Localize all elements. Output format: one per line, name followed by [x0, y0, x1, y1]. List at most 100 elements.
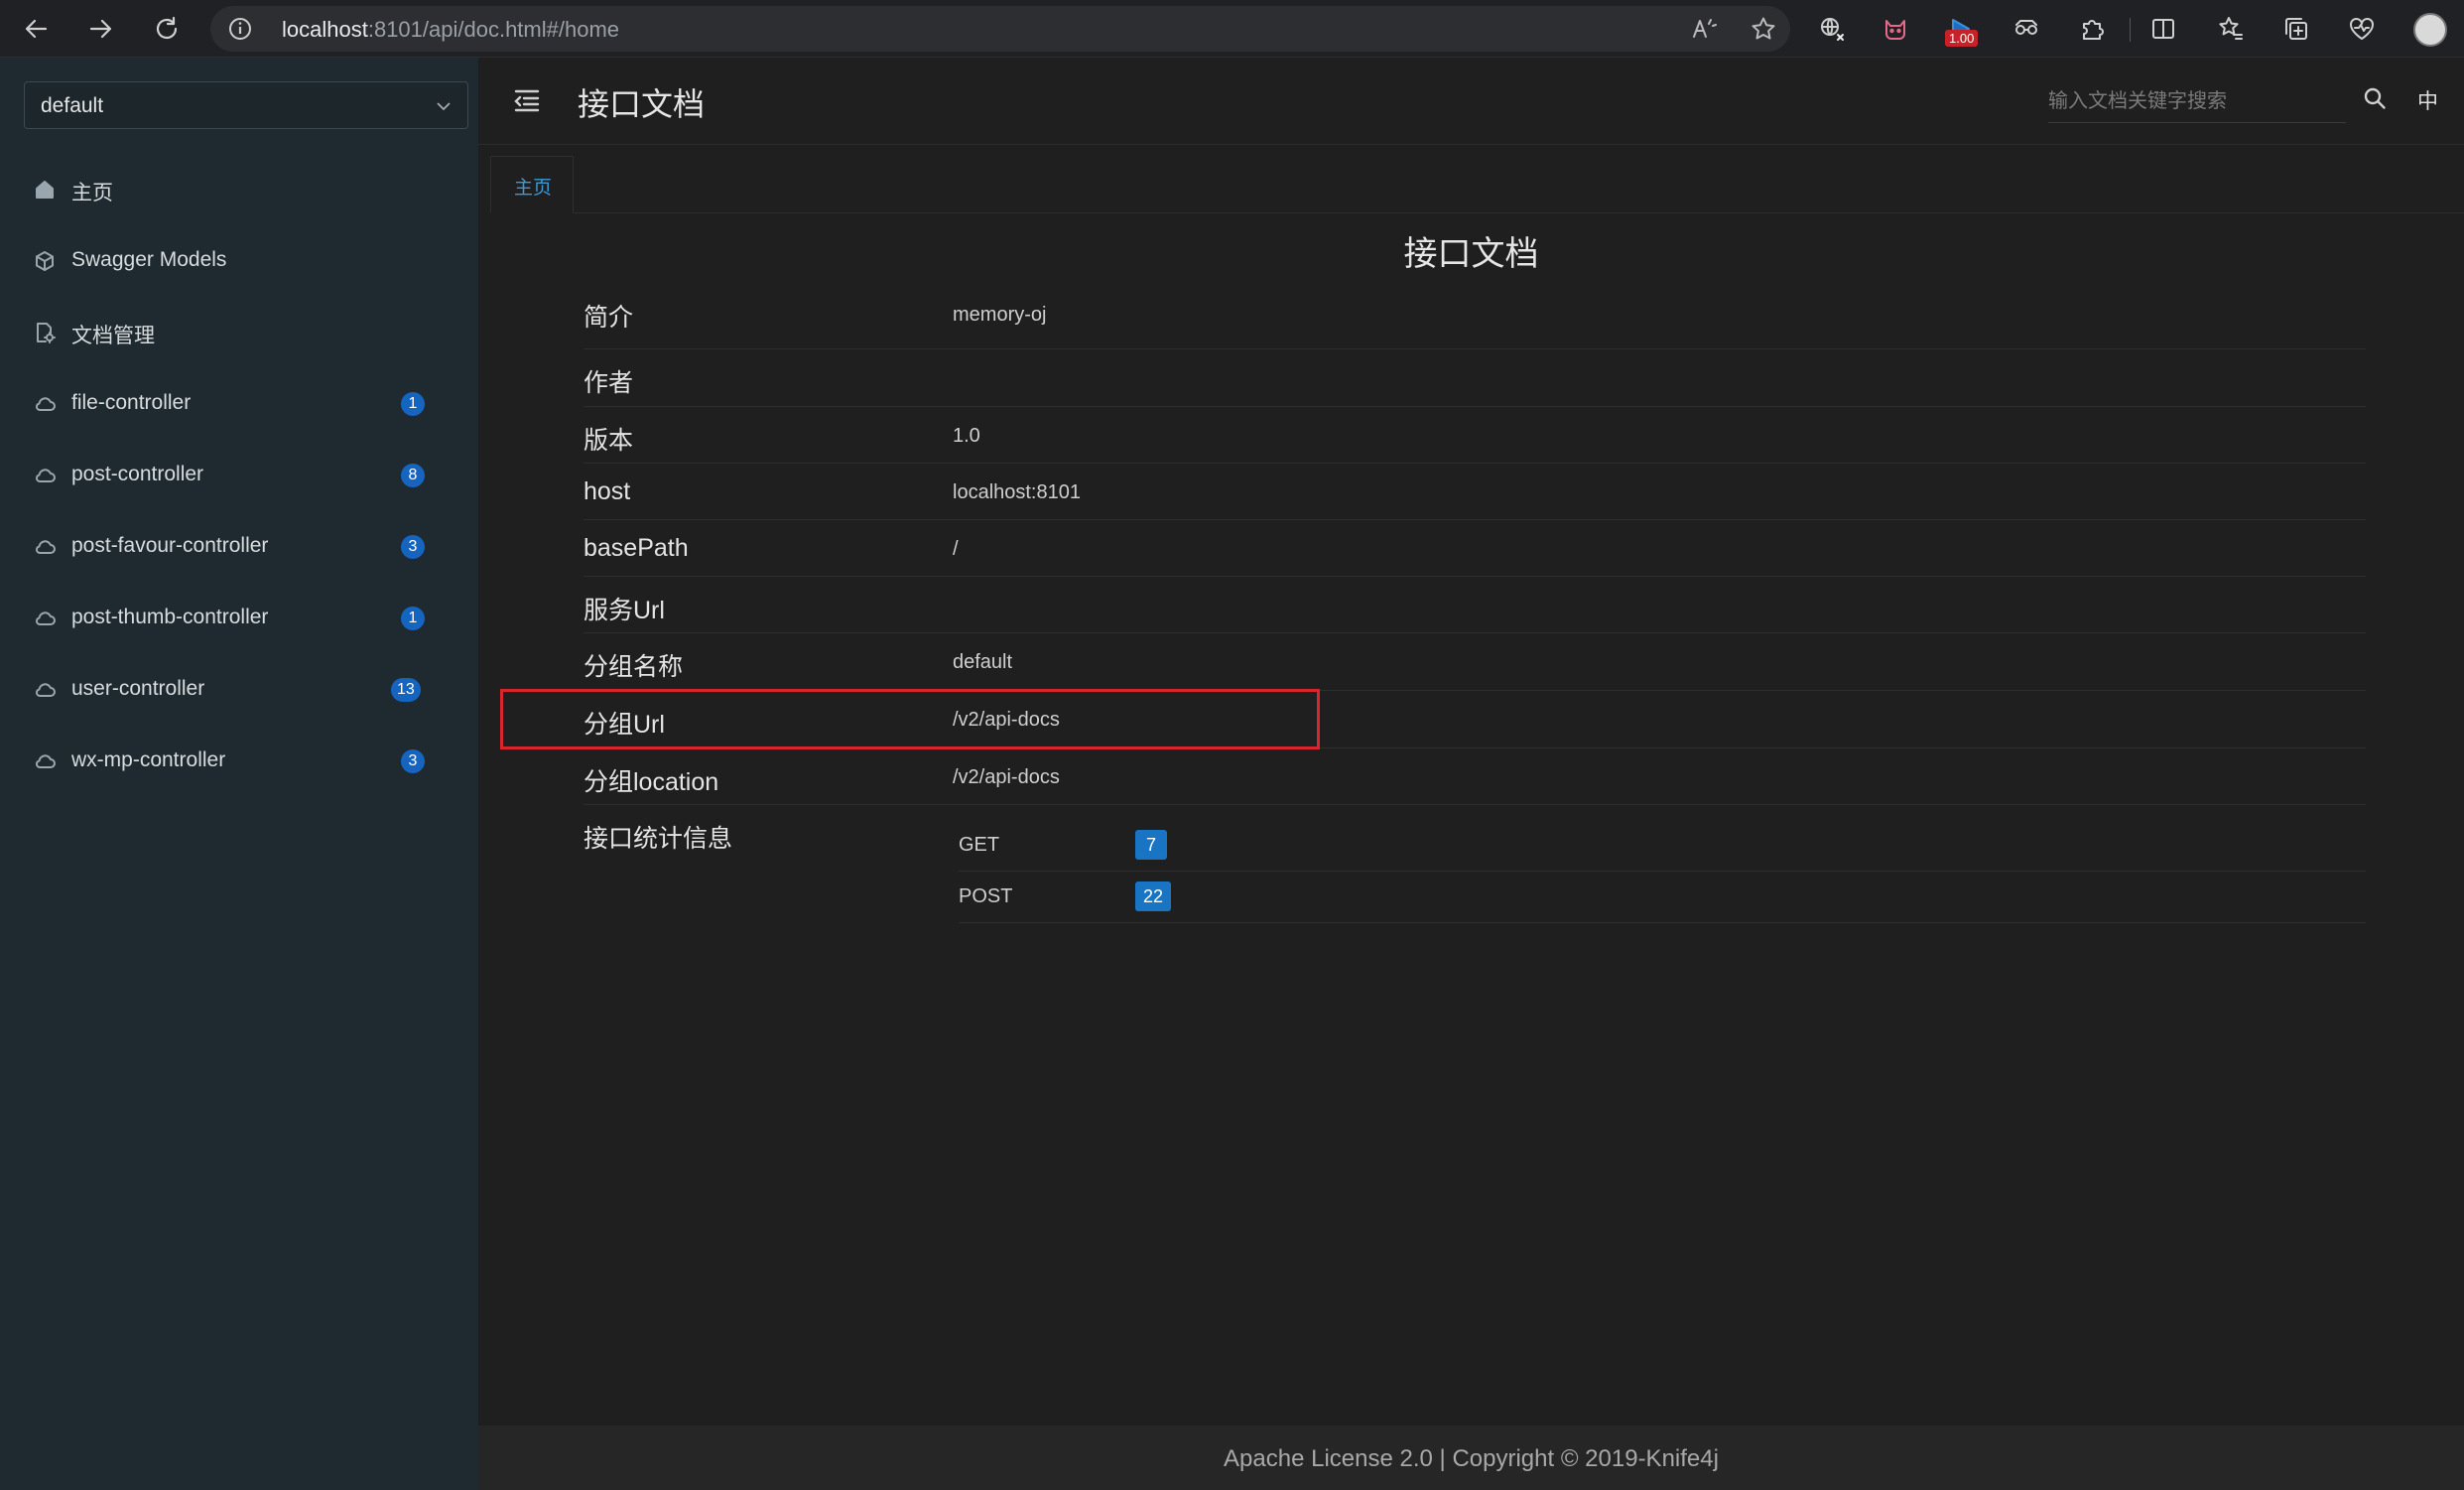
info-value: memory-oj — [953, 304, 1047, 326]
stat-row-post: POST 22 — [959, 872, 2366, 923]
tab-bar: 主页 — [490, 156, 2464, 213]
sidebar-item-label: post-thumb-controller — [71, 606, 269, 628]
browser-essentials-icon[interactable] — [2346, 13, 2378, 45]
profile-avatar[interactable] — [2413, 13, 2447, 47]
url-text[interactable]: localhost:8101/api/doc.html#/home — [282, 17, 619, 43]
browser-toolbar: localhost:8101/api/doc.html#/home 1.00 — [0, 0, 2464, 58]
sidebar-item-swagger-models[interactable]: Swagger Models — [0, 229, 478, 293]
reload-button[interactable] — [147, 9, 187, 49]
info-row-group-location: 分组location /v2/api-docs — [584, 748, 2366, 805]
extension-cat-icon[interactable] — [1880, 13, 1911, 45]
sidebar-item-label: user-controller — [71, 677, 205, 700]
info-row-version: 版本 1.0 — [584, 407, 2366, 464]
sidebar-item-doc-manage[interactable]: 文档管理 — [0, 301, 478, 364]
sidebar-item-label: 文档管理 — [71, 325, 155, 347]
count-badge: 13 — [391, 678, 421, 702]
info-key: host — [584, 477, 631, 505]
back-button[interactable] — [16, 9, 56, 49]
group-select-value: default — [41, 94, 104, 117]
count-badge: 3 — [401, 535, 425, 559]
info-row-service-url: 服务Url — [584, 577, 2366, 633]
sidebar-item-user-controller[interactable]: user-controller 13 — [0, 658, 478, 722]
sidebar-item-post-controller[interactable]: post-controller 8 — [0, 444, 478, 507]
info-key: 分组名称 — [584, 653, 684, 681]
tab-label: 主页 — [513, 178, 552, 199]
info-key: 简介 — [584, 304, 634, 332]
cloud-icon — [34, 393, 56, 415]
cloud-icon — [34, 465, 56, 486]
info-icon[interactable] — [228, 17, 252, 41]
count-badge: 3 — [401, 749, 425, 773]
stat-row-get: GET 7 — [959, 820, 2366, 872]
page-title: 接口文档 — [578, 86, 706, 122]
info-value: default — [953, 651, 1013, 673]
info-row-host: host localhost:8101 — [584, 464, 2366, 520]
method-label: POST — [959, 885, 1013, 907]
info-value: 1.0 — [953, 425, 980, 447]
sidebar-item-label: post-favour-controller — [71, 534, 269, 557]
group-select[interactable]: default — [24, 81, 468, 129]
home-icon — [34, 179, 56, 201]
sidebar: default 主页 Swagger Models 文档管理 file-cont… — [0, 58, 478, 1490]
extension-glasses-icon[interactable] — [2010, 13, 2042, 45]
footer-text: Apache License 2.0 | Copyright © 2019-Kn… — [1224, 1445, 1719, 1472]
sidebar-item-post-thumb-controller[interactable]: post-thumb-controller 1 — [0, 587, 478, 650]
info-value: localhost:8101 — [953, 481, 1081, 503]
info-value: / — [953, 538, 959, 560]
count-badge: 1 — [401, 392, 425, 416]
split-screen-icon[interactable] — [2147, 13, 2179, 45]
extensions-puzzle-icon[interactable] — [2076, 13, 2108, 45]
url-host: localhost — [282, 17, 368, 42]
sidebar-item-wx-mp-controller[interactable]: wx-mp-controller 3 — [0, 730, 478, 793]
sidebar-item-file-controller[interactable]: file-controller 1 — [0, 372, 478, 436]
collections-icon[interactable] — [2280, 13, 2312, 45]
info-key: 版本 — [584, 427, 634, 455]
menu-collapse-icon[interactable] — [512, 85, 542, 115]
address-bar[interactable]: localhost:8101/api/doc.html#/home — [210, 6, 1790, 52]
doc-title: 接口文档 — [1403, 235, 1539, 273]
extension-speed-badge: 1.00 — [1945, 30, 1979, 47]
sidebar-item-home[interactable]: 主页 — [0, 158, 478, 221]
toolbar-divider — [2130, 18, 2131, 42]
info-row-basepath: basePath / — [584, 520, 2366, 577]
arrow-right-icon — [89, 19, 112, 39]
count-badge: 1 — [401, 607, 425, 630]
arrow-left-icon — [25, 19, 48, 39]
models-icon — [34, 250, 56, 272]
language-switch[interactable]: 中 — [2417, 85, 2438, 115]
info-row-intro: 简介 memory-oj — [584, 282, 2366, 349]
cloud-icon — [34, 750, 56, 772]
info-key: 服务Url — [584, 597, 665, 624]
sidebar-item-label: file-controller — [71, 391, 192, 414]
cloud-icon — [34, 536, 56, 558]
forward-button[interactable] — [81, 9, 121, 49]
method-count-badge: 22 — [1135, 881, 1172, 911]
sidebar-item-label: post-controller — [71, 463, 204, 485]
url-path: :8101/api/doc.html#/home — [367, 17, 620, 42]
cloud-icon — [34, 608, 56, 629]
reload-icon — [156, 16, 178, 40]
footer: Apache License 2.0 | Copyright © 2019-Kn… — [478, 1425, 2464, 1490]
sidebar-item-label: 主页 — [71, 182, 113, 204]
info-key: 接口统计信息 — [584, 825, 733, 853]
cloud-icon — [34, 679, 56, 701]
chevron-down-icon — [437, 102, 451, 111]
search-icon[interactable] — [2362, 85, 2390, 113]
document-manage-icon — [34, 322, 56, 343]
highlight-box — [500, 689, 1320, 749]
method-label: GET — [959, 834, 1000, 856]
method-count-badge: 7 — [1135, 830, 1167, 860]
favorites-list-icon[interactable] — [2215, 13, 2247, 45]
sidebar-item-label: Swagger Models — [71, 248, 227, 271]
info-key: 作者 — [584, 369, 634, 397]
read-aloud-icon[interactable] — [1691, 16, 1717, 42]
search-input[interactable] — [2048, 83, 2346, 119]
favorite-star-icon[interactable] — [1751, 16, 1776, 42]
info-row-author: 作者 — [584, 349, 2366, 407]
main-content: 接口文档 中 主页 接口文档 简介 memory-oj 作者 版本 1.0 ho… — [478, 58, 2464, 1490]
info-value: /v2/api-docs — [953, 766, 1060, 788]
tab-home[interactable]: 主页 — [490, 156, 574, 213]
extension-globe-icon[interactable] — [1816, 13, 1848, 45]
header: 接口文档 中 — [478, 58, 2464, 145]
sidebar-item-post-favour-controller[interactable]: post-favour-controller 3 — [0, 515, 478, 579]
